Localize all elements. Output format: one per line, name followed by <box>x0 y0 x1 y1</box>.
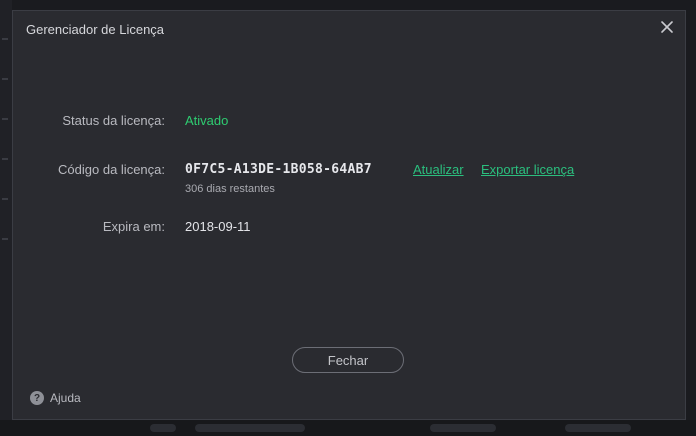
sidebar-mark <box>2 118 8 120</box>
dialog-title: Gerenciador de Licença <box>26 22 165 37</box>
help-icon: ? <box>30 391 44 405</box>
fechar-button[interactable]: Fechar <box>292 347 404 373</box>
status-label: Status da licença: <box>62 113 165 128</box>
sidebar-mark <box>2 158 8 160</box>
close-icon <box>661 21 673 33</box>
background-blob <box>430 424 496 432</box>
expiry-label: Expira em: <box>102 219 165 234</box>
license-code-label: Código da licença: <box>58 162 165 177</box>
expiry-value: 2018-09-11 <box>185 219 251 234</box>
help-link[interactable]: ? Ajuda <box>30 391 81 405</box>
close-button[interactable] <box>659 19 675 35</box>
background-blob <box>565 424 631 432</box>
update-link[interactable]: Atualizar <box>413 162 464 177</box>
background-bottom-strip <box>0 420 696 436</box>
days-remaining: 306 dias restantes <box>185 183 275 195</box>
license-code-value: 0F7C5-A13DE-1B058-64AB7 <box>185 162 372 177</box>
export-license-link[interactable]: Exportar licença <box>481 162 574 177</box>
license-manager-dialog: Gerenciador de Licença Status da licença… <box>12 10 686 420</box>
sidebar-mark <box>2 78 8 80</box>
sidebar-mark <box>2 238 8 240</box>
sidebar-mark <box>2 38 8 40</box>
background-blob <box>195 424 305 432</box>
help-label: Ajuda <box>50 391 81 405</box>
background-sidebar <box>0 0 12 436</box>
status-value: Ativado <box>185 113 229 128</box>
background-blob <box>150 424 176 432</box>
sidebar-mark <box>2 198 8 200</box>
